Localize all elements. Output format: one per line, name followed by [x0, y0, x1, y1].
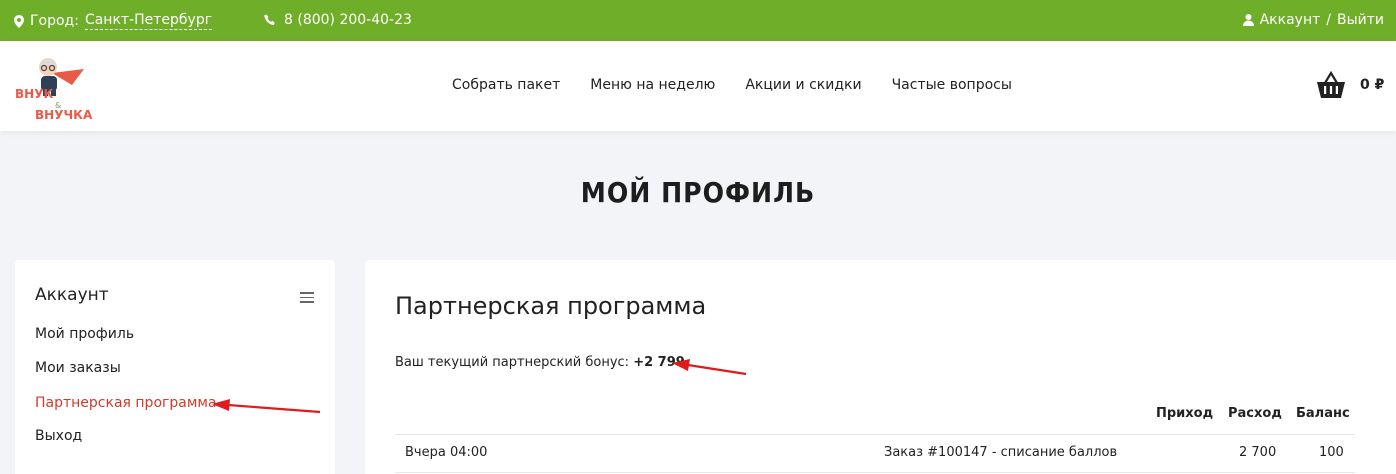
sidebar-item-my-profile[interactable]: Мой профиль [35, 326, 134, 342]
section-heading: Партнерская программа [395, 292, 707, 320]
phone-text: 8 (800) 200-40-23 [284, 12, 412, 28]
user-icon [1242, 14, 1254, 26]
account-link[interactable]: Аккаунт [1260, 12, 1321, 28]
svg-text:ВНУК: ВНУК [15, 87, 53, 101]
column-header-income: Приход [1156, 406, 1214, 421]
city-label: Город: [30, 13, 79, 29]
partner-bonus: Ваш текущий партнерский бонус: +2 799 [395, 355, 685, 370]
partner-program-panel: Партнерская программа Ваш текущий партне… [365, 260, 1396, 474]
column-header-expense: Расход [1228, 406, 1282, 421]
row-expense: 2 700 [1239, 445, 1277, 460]
account-separator: / [1326, 12, 1331, 28]
logo-wordmark: ВНУК & ВНУЧКА [15, 87, 93, 122]
annotation-arrow [212, 399, 321, 414]
nav-build-package[interactable]: Собрать пакет [452, 77, 560, 93]
row-balance: 100 [1319, 445, 1344, 460]
phone-number[interactable]: 8 (800) 200-40-23 [264, 12, 412, 28]
hamburger-menu-icon[interactable] [300, 292, 314, 306]
table-divider [395, 434, 1355, 435]
basket-icon [1317, 71, 1345, 98]
svg-text:ВНУЧКА: ВНУЧКА [35, 108, 93, 122]
sidebar-item-logout[interactable]: Выход [35, 428, 82, 444]
sidebar-item-my-orders[interactable]: Мои заказы [35, 360, 121, 376]
row-description: Заказ #100147 - списание баллов [884, 445, 1118, 460]
nav-promotions[interactable]: Акции и скидки [745, 77, 861, 93]
location-pin-icon [14, 14, 24, 28]
row-date: Вчера 04:00 [405, 445, 488, 460]
column-header-balance: Баланс [1296, 406, 1350, 421]
sidebar-title: Аккаунт [35, 285, 109, 305]
account-sidebar: Аккаунт Мой профиль Мои заказы Партнерск… [15, 260, 335, 474]
cart[interactable]: 0 ₽ [1316, 71, 1384, 99]
logo[interactable]: ВНУК & ВНУЧКА [14, 51, 96, 123]
annotation-arrow [672, 359, 747, 376]
main-header: ВНУК & ВНУЧКА Собрать пакет Меню на неде… [0, 41, 1396, 131]
bonus-label: Ваш текущий партнерский бонус: [395, 355, 630, 370]
city-link[interactable]: Санкт-Петербург [84, 12, 213, 30]
city-selector[interactable]: Город: Санкт-Петербург [14, 12, 213, 30]
account-links: Аккаунт / Выйти [1242, 12, 1384, 28]
logout-link[interactable]: Выйти [1337, 12, 1384, 28]
table-divider [395, 472, 1355, 473]
nav-faq[interactable]: Частые вопросы [892, 77, 1012, 93]
main-nav: Собрать пакет Меню на неделю Акции и ски… [452, 77, 1042, 93]
top-bar: Город: Санкт-Петербург 8 (800) 200-40-23… [0, 0, 1396, 41]
phone-icon [264, 14, 275, 25]
sidebar-item-partner-program[interactable]: Партнерская программа [35, 395, 217, 411]
page-title: МОЙ ПРОФИЛЬ [580, 176, 816, 209]
cart-total: 0 ₽ [1360, 77, 1385, 93]
nav-weekly-menu[interactable]: Меню на неделю [590, 77, 715, 93]
